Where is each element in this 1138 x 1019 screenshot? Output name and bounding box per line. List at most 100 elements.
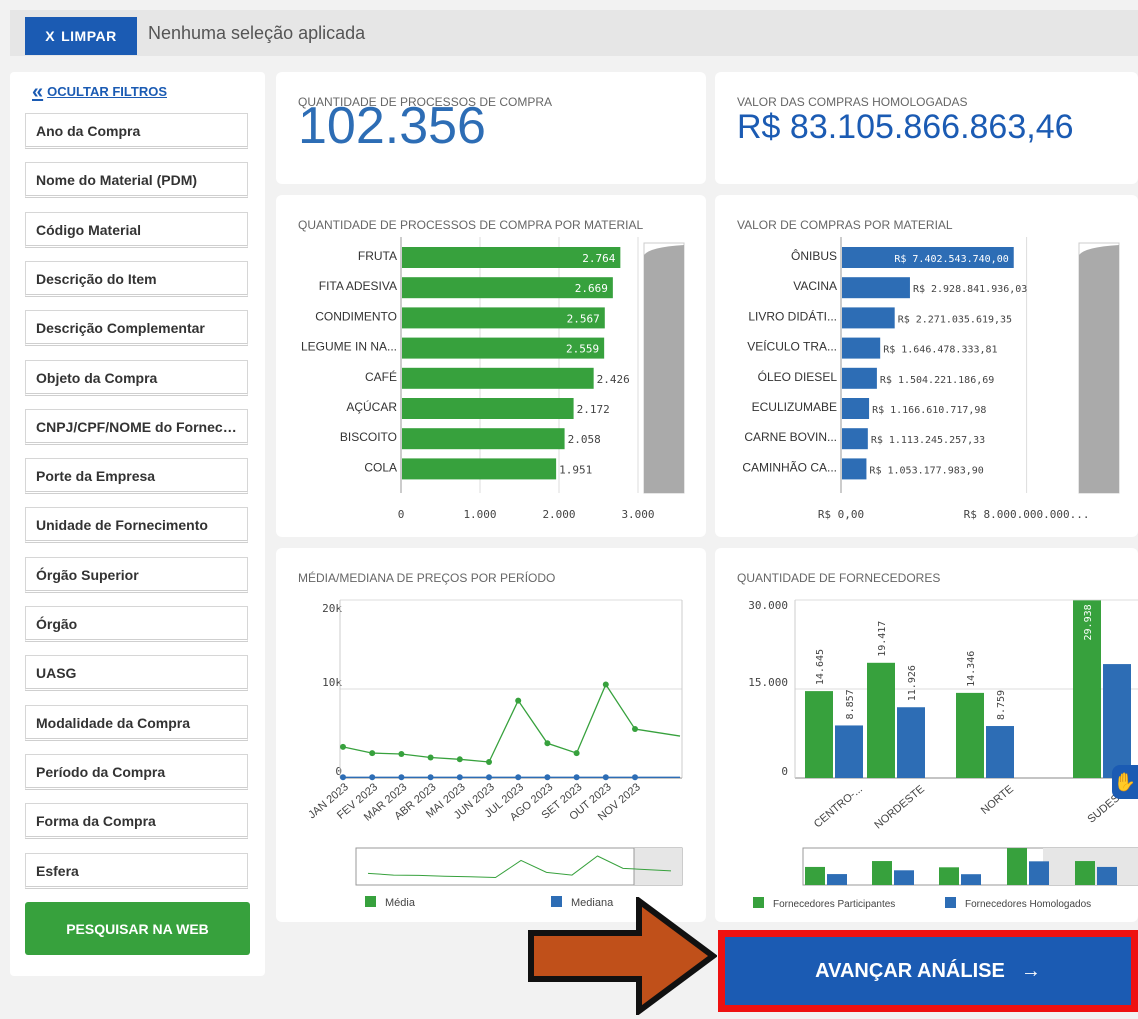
value-label: 2.172 (577, 403, 610, 416)
filter-item[interactable]: Órgão Superior (25, 556, 248, 593)
category-label: VACINA (793, 279, 837, 293)
bar (402, 367, 594, 389)
value-label: 2.567 (567, 312, 600, 325)
filter-item[interactable]: CNPJ/CPF/NOME do Fornecedor (25, 408, 248, 445)
clear-selection-button[interactable]: X LIMPAR (25, 17, 137, 55)
bar (842, 277, 910, 299)
data-point (544, 774, 551, 781)
category-label: ECULIZUMABE (752, 400, 837, 414)
bar (842, 367, 877, 389)
overview-bar (805, 866, 825, 885)
filter-item[interactable]: Órgão (25, 606, 248, 642)
overview-bar (872, 861, 892, 885)
data-point (573, 750, 580, 757)
chart-card-suppliers: QUANTIDADE DE FORNECEDORES 0 15.000 30.000… (715, 548, 1138, 922)
prices-line-chart[interactable]: 010k20kJAN 2023FEV 2023MAR 2023ABR 2023M… (276, 548, 706, 922)
value-label: 2.559 (566, 343, 599, 356)
double-chevron-left-icon: « (32, 80, 44, 103)
category-label: NORDESTE (872, 783, 927, 831)
filters-sidebar: « OCULTAR FILTROS Ano da Compra Nome do M… (10, 72, 265, 976)
clear-label: LIMPAR (61, 28, 117, 44)
chart-card-processes-by-material: QUANTIDADE DE PROCESSOS DE COMPRA POR MA… (276, 195, 706, 537)
overview-bar (894, 870, 914, 885)
selection-bar: X LIMPAR Nenhuma seleção aplicada (10, 10, 1138, 56)
overview-bar (939, 867, 959, 885)
filter-item[interactable]: Período da Compra (25, 753, 248, 790)
filter-item[interactable]: Ano da Compra (25, 113, 248, 149)
chart-card-value-by-material: VALOR DE COMPRAS POR MATERIAL ÔNIBUS R$ 7… (715, 195, 1138, 537)
data-point (632, 726, 638, 733)
tick-label: 30.000 (748, 599, 788, 612)
category-label: CAFÉ (365, 369, 397, 384)
kpi-value: R$ 83.105.866.863,46 (737, 108, 1074, 146)
bar (956, 692, 984, 778)
legend-swatch (753, 897, 764, 908)
filter-item[interactable]: UASG (25, 655, 248, 692)
data-point (398, 774, 405, 781)
data-point (515, 697, 522, 704)
series-line (342, 683, 681, 763)
filter-item[interactable]: Descrição do Item (25, 260, 248, 297)
value-label: 11.926 (907, 665, 918, 701)
data-point (427, 754, 434, 761)
kpi-title: VALOR DAS COMPRAS HOMOLOGADAS (737, 95, 968, 109)
overview-frame (355, 847, 683, 886)
tick-label: 0 (781, 765, 788, 778)
value-label: R$ 1.504.221.186,69 (880, 375, 994, 386)
processes-bar-chart[interactable]: FRUTA 2.764 FITA ADESIVA 2.669 CONDIMENTO 2.5… (276, 195, 706, 537)
data-point (369, 750, 376, 757)
filter-item[interactable]: Descrição Complementar (25, 310, 248, 347)
data-point (456, 774, 463, 781)
data-point (486, 774, 492, 781)
tick-label: 1.000 (463, 508, 496, 521)
overview-bar (961, 874, 981, 885)
category-label: FRUTA (358, 249, 397, 263)
advance-analysis-button[interactable]: AVANÇAR ANÁLISE → (718, 930, 1138, 1012)
bar (805, 691, 833, 778)
accessibility-icon[interactable]: ✋ (1112, 765, 1138, 799)
value-label: R$ 1.166.610.717,98 (872, 405, 986, 416)
category-label: CENTRO-... (812, 783, 865, 830)
suppliers-bar-chart[interactable]: 0 15.000 30.000 14.645 8.857 CENTRO-... 19.417… (715, 548, 1138, 922)
filter-item[interactable]: Unidade de Fornecimento (25, 507, 248, 544)
bar (835, 725, 863, 778)
overview-bar (1097, 866, 1117, 885)
tick-label: 2.000 (542, 508, 575, 521)
filter-item[interactable]: Código Material (25, 211, 248, 248)
overview-bar (827, 874, 847, 885)
value-label: R$ 2.928.841.936,03 (913, 284, 1027, 295)
hide-filters-link[interactable]: « OCULTAR FILTROS (32, 80, 167, 103)
tick-label: 15.000 (748, 676, 788, 689)
value-label: 29.938 (1083, 604, 1094, 640)
data-point (369, 774, 376, 781)
value-label: 2.058 (568, 433, 601, 446)
value-label: R$ 1.053.177.983,90 (869, 465, 983, 476)
filter-item[interactable]: Esfera (25, 852, 248, 889)
filter-item[interactable]: Forma da Compra (25, 803, 248, 840)
value-label: R$ 1.646.478.333,81 (883, 345, 997, 356)
overview-bar (1007, 848, 1027, 885)
search-web-button[interactable]: PESQUISAR NA WEB (25, 902, 250, 955)
value-bar-chart[interactable]: ÔNIBUS R$ 7.402.543.740,00 VACINA R$ 2.928.… (715, 195, 1138, 537)
bar (402, 428, 565, 450)
value-label: 19.417 (877, 621, 888, 657)
filter-item[interactable]: Porte da Empresa (25, 458, 248, 495)
legend-label: Fornecedores Participantes (773, 899, 895, 910)
selection-status: Nenhuma seleção aplicada (148, 23, 366, 43)
filter-item[interactable]: Objeto da Compra (25, 359, 248, 396)
data-point (486, 758, 492, 765)
value-label: R$ 1.113.245.257,33 (871, 435, 985, 446)
scroll-minichart (644, 245, 684, 493)
filter-item[interactable]: Nome do Material (PDM) (25, 162, 248, 199)
tick-label: R$ 8.000.000.000... (964, 508, 1090, 521)
value-label: 2.669 (575, 282, 608, 295)
bar (842, 398, 870, 419)
data-point (573, 774, 580, 781)
bar (1103, 664, 1131, 778)
data-point (632, 774, 638, 781)
bar (842, 337, 881, 359)
value-label: R$ 7.402.543.740,00 (894, 254, 1008, 265)
filter-item[interactable]: Modalidade da Compra (25, 704, 248, 741)
legend-swatch (365, 896, 376, 907)
kpi-card-processes: QUANTIDADE DE PROCESSOS DE COMPRA 102.35… (276, 72, 706, 184)
